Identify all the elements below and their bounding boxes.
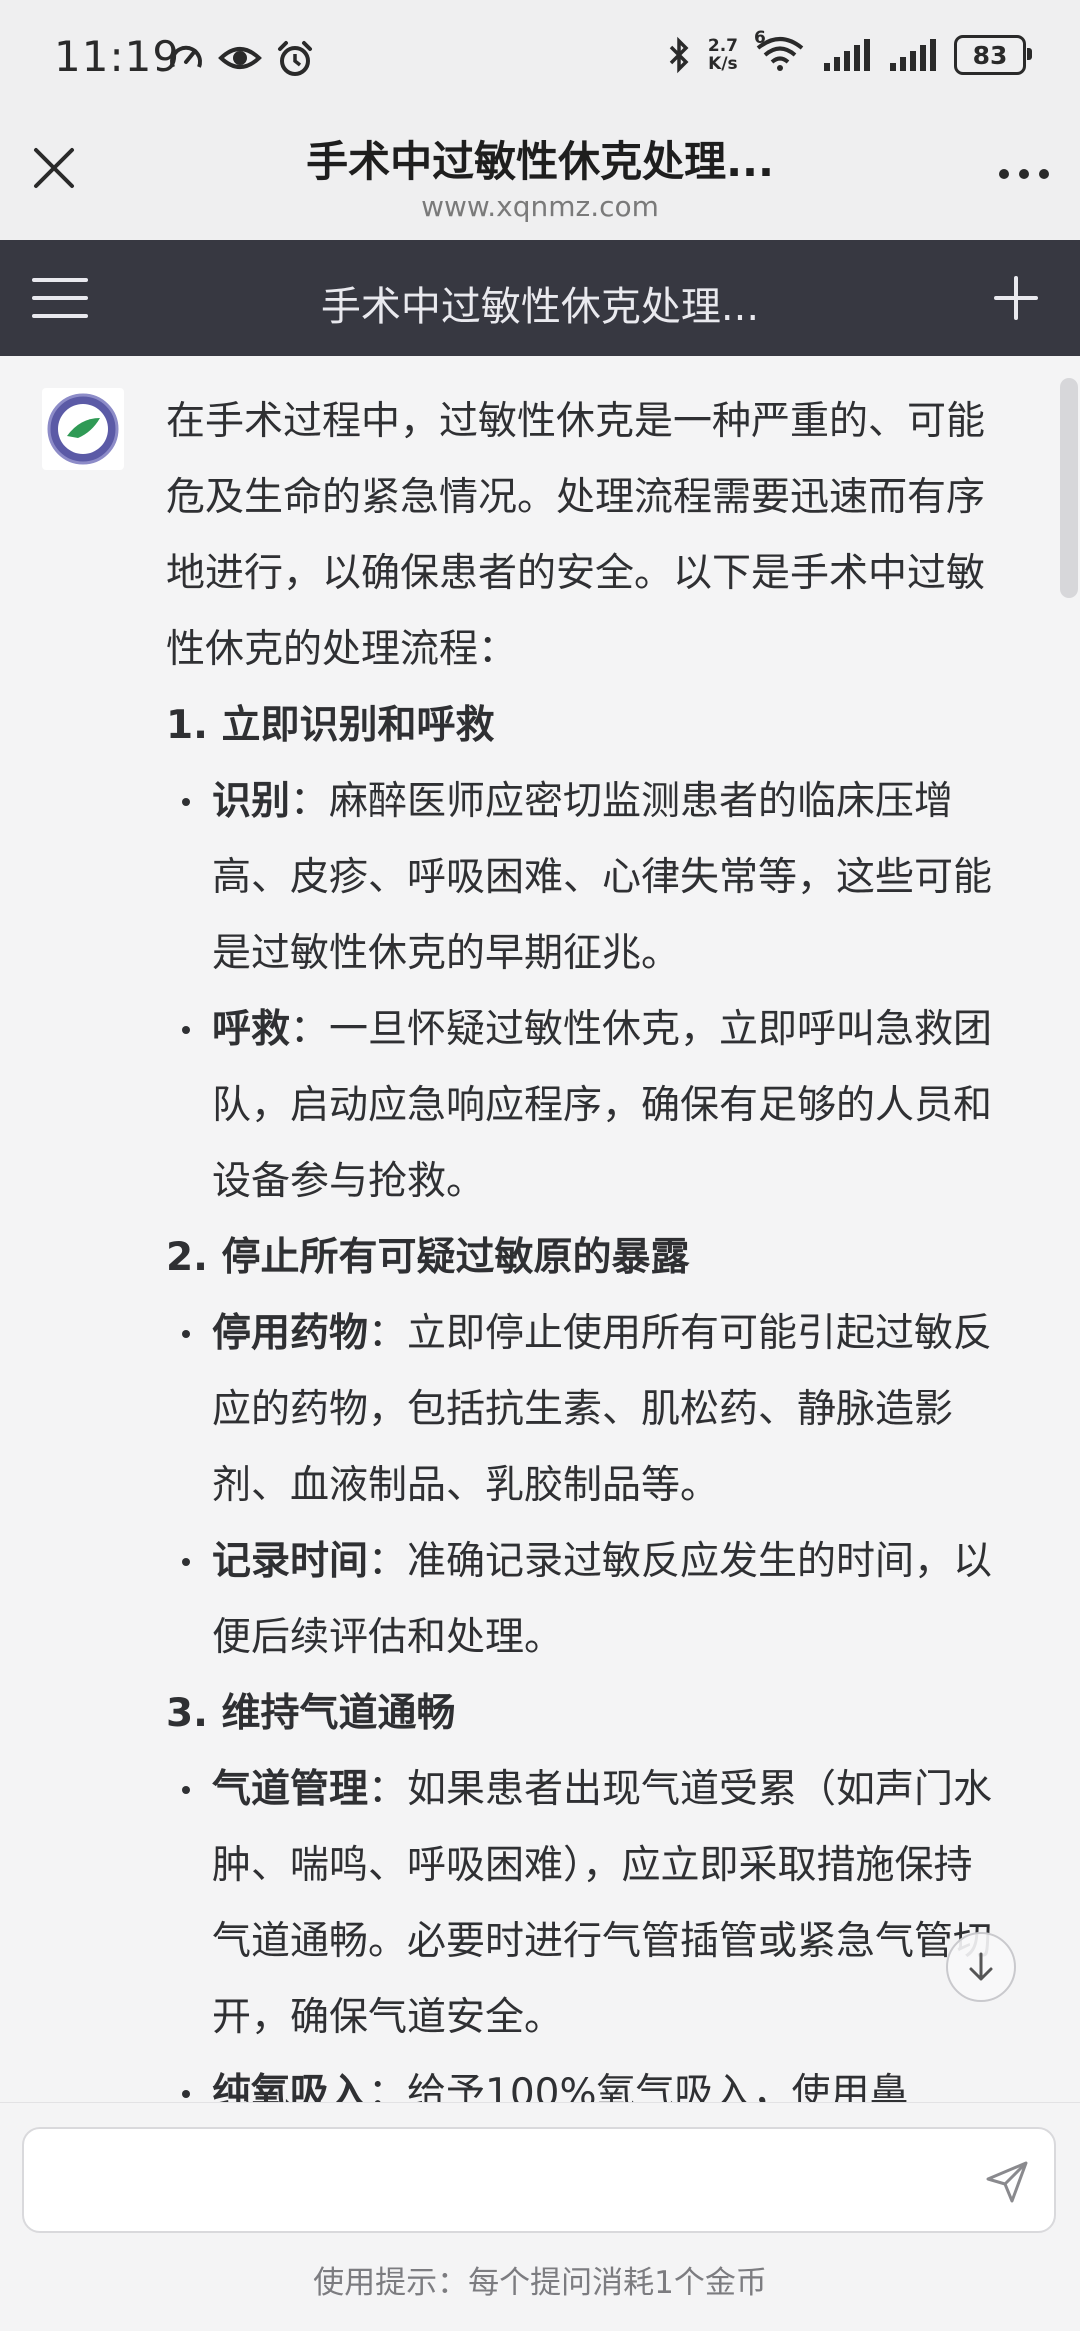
section-heading: 1. 立即识别和呼救 [166,703,495,748]
more-options-icon[interactable] [996,164,1052,184]
network-speed-unit: K/s [708,54,738,74]
network-speed: 2.7 K/s [708,37,738,73]
list-item: 识别：麻醉医师应密切监测患者的临床压增高、皮疹、呼吸困难、心律失常等，这些可能是… [166,764,1002,992]
list-item: 纯氧吸入：给予100%氧气吸入，使用鼻 [166,2056,1002,2102]
eye-icon [218,47,262,69]
logo-icon [47,393,119,465]
chat-content[interactable]: 在手术过程中，过敏性休克是一种严重的、可能危及生命的紧急情况。处理流程需要迅速而… [0,356,1080,2102]
browser-title-bar: 手术中过敏性休克处理... www.xqnmz.com [0,120,1080,240]
alarm-icon [278,41,312,76]
list-item: 气道管理：如果患者出现气道受累（如声门水肿、喘鸣、呼吸困难），应立即采取措施保持… [166,1752,1002,2056]
item-text: ：一旦怀疑过敏性休克，立即呼叫急救团队，启动应急响应程序，确保有足够的人员和设备… [212,1007,993,1204]
screen: 11:19 2.7 K/s 6 83 手术中过敏性休克处理... www.xqn… [0,0,1080,2331]
item-label: 气道管理 [212,1767,369,1812]
signal-icon [890,39,936,71]
new-chat-icon[interactable] [994,276,1038,320]
page-url: www.xqnmz.com [421,190,659,223]
list-item: 呼救：一旦怀疑过敏性休克，立即呼叫急救团队，启动应急响应程序，确保有足够的人员和… [166,992,1002,1220]
bluetooth-icon [669,36,689,74]
item-text: ：给予100%氧气吸入，使用鼻 [368,2071,909,2102]
list-item: 停用药物：立即停止使用所有可能引起过敏反应的药物，包括抗生素、肌松药、静脉造影剂… [166,1296,1002,1524]
battery-icon: 83 [954,35,1032,75]
network-speed-value: 2.7 [707,36,738,56]
battery-level: 83 [972,40,1008,70]
close-icon[interactable] [30,144,78,192]
message-input[interactable] [48,2149,952,2211]
section-heading: 3. 维持气道通畅 [166,1691,456,1736]
section-heading: 2. 停止所有可疑过敏原的暴露 [166,1235,690,1280]
usage-hint: 使用提示：每个提问消耗1个金币 [313,2265,767,2301]
composer: 使用提示：每个提问消耗1个金币 [0,2102,1080,2331]
page-title: 手术中过敏性休克处理... [306,137,774,186]
message-intro: 在手术过程中，过敏性休克是一种严重的、可能危及生命的紧急情况。处理流程需要迅速而… [166,399,986,672]
wifi-group: 6 [754,28,806,76]
network-type: 6 [754,28,766,48]
status-right-icons: 2.7 K/s 6 83 [666,28,1032,76]
speedometer-icon [170,45,202,68]
signal-icon [824,39,870,71]
menu-icon[interactable] [32,276,88,320]
app-header: 手术中过敏性休克处理... [0,240,1080,356]
status-left-icons [168,40,314,78]
item-label: 停用药物 [212,1311,369,1356]
arrow-down-icon [969,1952,993,1981]
section-list: 停用药物：立即停止使用所有可能引起过敏反应的药物，包括抗生素、肌松药、静脉造影剂… [166,1296,1002,1676]
bot-message: 在手术过程中，过敏性休克是一种严重的、可能危及生命的紧急情况。处理流程需要迅速而… [166,384,1002,2102]
conversation-title: 手术中过敏性休克处理... [320,284,760,330]
item-label: 纯氧吸入 [212,2071,369,2102]
item-label: 记录时间 [212,1539,369,1584]
section-list: 识别：麻醉医师应密切监测患者的临床压增高、皮疹、呼吸困难、心律失常等，这些可能是… [166,764,1002,1220]
item-text: ：麻醉医师应密切监测患者的临床压增高、皮疹、呼吸困难、心律失常等，这些可能是过敏… [212,779,993,976]
send-icon[interactable] [984,2159,1030,2205]
scrollbar[interactable] [1060,378,1078,598]
status-bar: 11:19 2.7 K/s 6 83 [0,0,1080,120]
status-time: 11:19 [54,32,181,81]
message-input-box[interactable] [22,2127,1056,2233]
section-list: 气道管理：如果患者出现气道受累（如声门水肿、喘鸣、呼吸困难），应立即采取措施保持… [166,1752,1002,2102]
scroll-to-bottom-button[interactable] [946,1932,1016,2002]
bot-avatar [42,388,124,470]
item-label: 识别 [212,779,291,824]
item-label: 呼救 [212,1007,291,1052]
list-item: 记录时间：准确记录过敏反应发生的时间，以便后续评估和处理。 [166,1524,1002,1676]
